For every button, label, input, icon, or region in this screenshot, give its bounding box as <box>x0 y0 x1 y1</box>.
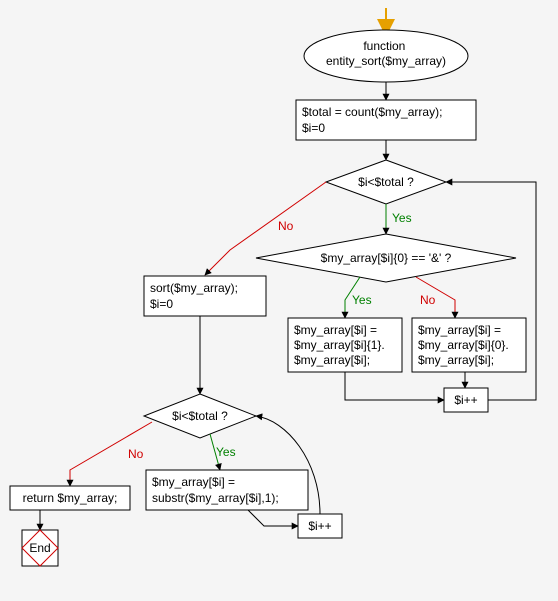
label-cond2-yes: Yes <box>216 445 236 459</box>
svg-text:$my_array[$i]{0} == '&' ?: $my_array[$i]{0} == '&' ? <box>321 251 452 265</box>
node-init-line1: $total = count($my_array); <box>302 105 442 119</box>
edge-substr-inc2 <box>248 510 298 526</box>
node-cond2-l1: $i<$total ? <box>172 409 228 423</box>
node-cond-amp-line1: $my_array[$i]{0} == '&' ? <box>321 251 452 265</box>
node-substr-l2: substr($my_array[$i],1); <box>152 491 279 505</box>
svg-text:End: End <box>29 541 50 555</box>
node-end: End <box>22 530 58 566</box>
svg-text:$i++: $i++ <box>454 393 477 407</box>
node-amp-yes-l3: $my_array[$i]; <box>294 353 370 367</box>
node-func-line2: entity_sort($my_array) <box>326 54 446 68</box>
svg-text:$i++: $i++ <box>308 519 331 533</box>
node-sort-l1: sort($my_array); <box>150 281 238 295</box>
flowchart-canvas: function entity_sort($my_array) $total =… <box>0 0 558 601</box>
node-amp-no-l2: $my_array[$i]{0}. <box>418 338 509 352</box>
node-ret-l1: return $my_array; <box>23 491 118 505</box>
node-sort-l2: $i=0 <box>150 297 173 311</box>
node-cond1-line1: $i<$total ? <box>358 175 414 189</box>
edge-ampyes-inc1 <box>345 372 444 400</box>
label-cond1-yes: Yes <box>392 211 412 225</box>
node-inc1-l1: $i++ <box>454 393 477 407</box>
node-init-line2: $i=0 <box>302 121 325 135</box>
label-cond2-no: No <box>128 447 144 461</box>
label-cond1-no: No <box>278 219 294 233</box>
label-amp-no: No <box>420 293 436 307</box>
svg-text:$i<$total ?: $i<$total ? <box>358 175 414 189</box>
node-func-line1: function <box>363 39 405 53</box>
svg-text:return $my_array;: return $my_array; <box>23 491 118 505</box>
node-amp-yes-l1: $my_array[$i] = <box>294 323 377 337</box>
node-amp-no-l1: $my_array[$i] = <box>418 323 501 337</box>
label-amp-yes: Yes <box>352 293 372 307</box>
node-inc2-l1: $i++ <box>308 519 331 533</box>
node-end-l1: End <box>29 541 50 555</box>
node-amp-yes-l2: $my_array[$i]{1}. <box>294 338 385 352</box>
node-substr-l1: $my_array[$i] = <box>152 475 235 489</box>
node-amp-no-l3: $my_array[$i]; <box>418 353 494 367</box>
svg-text:$i<$total ?: $i<$total ? <box>172 409 228 423</box>
